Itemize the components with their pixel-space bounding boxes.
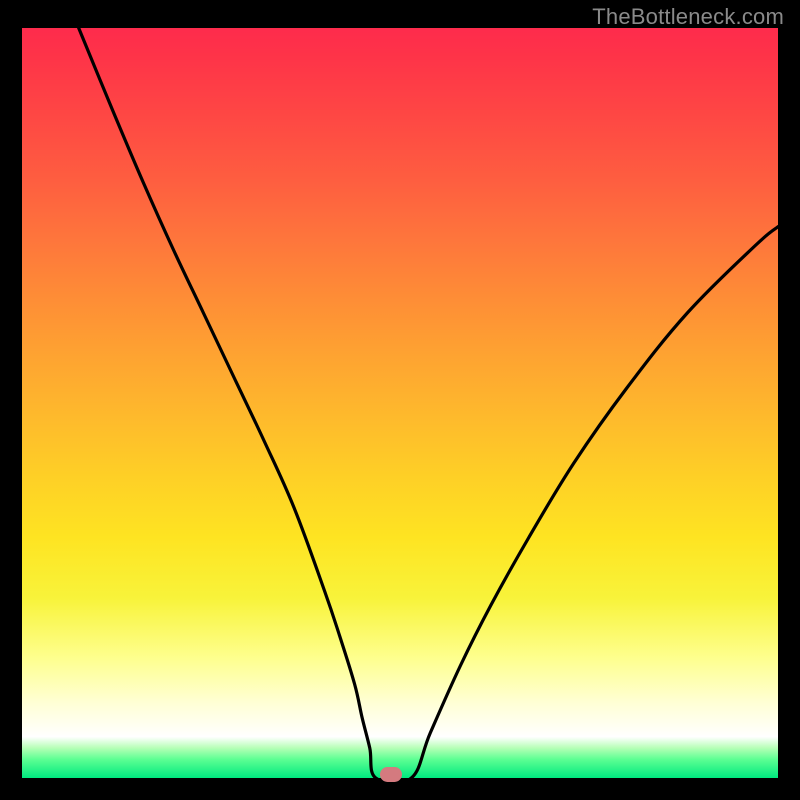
optimum-marker <box>380 767 402 782</box>
curve-svg <box>22 28 778 778</box>
chart-frame: TheBottleneck.com <box>0 0 800 800</box>
watermark-text: TheBottleneck.com <box>592 4 784 30</box>
curve-path <box>79 28 778 778</box>
plot-area <box>22 28 778 778</box>
